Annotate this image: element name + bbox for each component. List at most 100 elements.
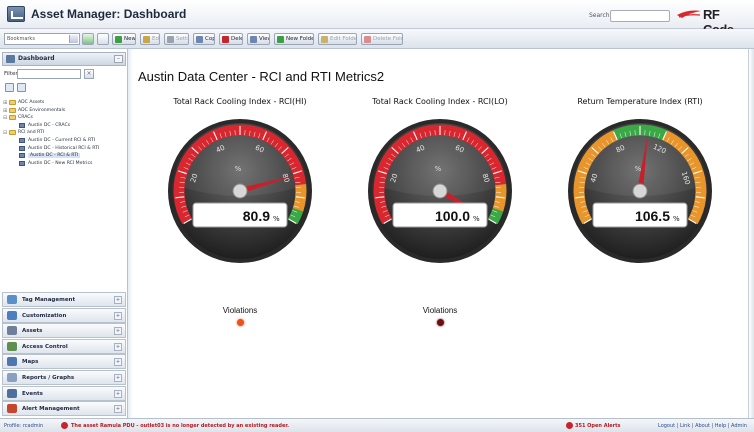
collapse-icon[interactable]: ⊟ — [3, 130, 8, 136]
sidebar-item-customization[interactable]: Customization + — [2, 307, 126, 323]
expand-icon[interactable]: + — [114, 374, 122, 382]
toolbar-new-folder-button[interactable]: New Folder — [274, 33, 314, 45]
dashboard-icon — [19, 145, 25, 151]
reports-graphs-icon — [7, 373, 17, 382]
sidebar-item-label: Tag Management — [22, 297, 76, 303]
folder-icon — [9, 115, 16, 121]
red-x-icon — [364, 36, 371, 43]
tree-item[interactable]: Austin DC - Historical RCI & RTI — [3, 145, 125, 153]
folder-icon — [9, 100, 16, 105]
pencil-icon — [143, 36, 150, 43]
app-title: Asset Manager: Dashboard — [31, 7, 187, 21]
toolbar-button-label: New — [124, 36, 136, 42]
tree-item[interactable]: Austin DC - New RCI Metrics — [3, 160, 125, 168]
toolbar-button-label: View — [259, 36, 269, 42]
tree-item-label: ADC Assets — [18, 100, 45, 105]
collapse-icon[interactable]: ⊟ — [3, 115, 8, 121]
gauge-hub — [432, 183, 448, 199]
sidebar-item-maps[interactable]: Maps + — [2, 354, 126, 370]
gauge: 020406080100%100.0% — [368, 119, 512, 263]
folder-icon — [321, 36, 328, 43]
app-header: Asset Manager: Dashboard Search RF Code — [0, 0, 754, 37]
footer-links[interactable]: Logout | Link | About | Help | Admin — [658, 423, 747, 429]
sidebar-item-reports-graphs[interactable]: Reports / Graphs + — [2, 370, 126, 385]
profile-link[interactable]: Profile: rcadmin — [4, 423, 43, 429]
toolbar-button-label: Edit Folder — [330, 36, 357, 42]
violations-indicator — [236, 319, 244, 326]
latest-alert-message[interactable]: The asset Ramula PDU - outlet03 is no lo… — [71, 423, 289, 429]
sidebar: Dashboard – Filter × ⊞ ADC Assets ⊞ ADC Env… — [0, 49, 128, 418]
bookmark-add-icon[interactable] — [82, 33, 94, 45]
tree-item-label: CRACs — [18, 115, 33, 121]
expand-all-icon[interactable] — [5, 83, 14, 92]
toolbar-view-button[interactable]: View — [247, 33, 270, 45]
dashboard-panel-title: Dashboard — [18, 55, 55, 62]
sidebar-item-label: Access Control — [22, 343, 68, 350]
violations-indicator — [436, 319, 444, 326]
filter-input[interactable] — [17, 69, 81, 79]
collapse-icon[interactable]: – — [114, 55, 123, 63]
gauge-hub — [632, 183, 648, 199]
toolbar-delete-button[interactable]: Delete — [219, 33, 243, 45]
sidebar-item-events[interactable]: Events + — [2, 385, 126, 401]
violations-label: Violations — [422, 306, 458, 315]
dashboard-icon — [19, 122, 25, 128]
toolbar-edit-button[interactable]: Edit — [140, 33, 160, 45]
dashboard-icon — [19, 137, 25, 143]
gauge-value-unit: % — [273, 215, 280, 223]
logo-swoosh-icon — [677, 10, 701, 18]
dashboard-panel-header[interactable]: Dashboard – — [2, 52, 126, 66]
toolbar: Bookmarks New Edit Settings Copy Delete View N… — [0, 29, 754, 49]
search-input[interactable] — [610, 10, 670, 22]
dashboard-icon — [6, 55, 15, 63]
green-plus-icon — [115, 36, 122, 43]
assets-icon — [7, 326, 17, 336]
dashboard-tree: ⊞ ADC Assets ⊞ ADC Environmentals ⊟ CRACs Aust… — [3, 99, 125, 167]
expand-icon[interactable]: + — [114, 327, 122, 336]
expand-icon[interactable]: + — [114, 389, 122, 398]
access-control-icon — [7, 341, 17, 351]
violations-label: Violations — [222, 306, 258, 315]
sidebar-item-tag-management[interactable]: Tag Management + — [2, 292, 126, 307]
toolbar-new-button[interactable]: New — [112, 33, 136, 45]
filter-clear-icon[interactable]: × — [84, 69, 94, 79]
expand-icon[interactable]: + — [114, 311, 122, 320]
expand-icon[interactable]: + — [114, 358, 122, 367]
page-title: Austin Data Center - RCI and RTI Metrics… — [138, 69, 385, 84]
tree-item[interactable]: Austin DC - CRACs — [3, 122, 125, 130]
toolbar-settings-button[interactable]: Settings — [164, 33, 189, 45]
bookmark-manage-icon[interactable] — [97, 33, 109, 45]
tree-item[interactable]: Austin DC - RCI & RTI — [3, 152, 125, 160]
folder-icon — [9, 130, 16, 136]
gauge-value-unit: % — [673, 215, 680, 223]
collapse-all-icon[interactable] — [17, 83, 26, 92]
open-alerts-link[interactable]: 351 Open Alerts — [575, 423, 621, 429]
sidebar-item-alert-management[interactable]: Alert Management + — [2, 401, 126, 417]
vertical-scrollbar[interactable] — [748, 49, 754, 418]
sidebar-item-label: Maps — [22, 359, 39, 366]
gauge-value-unit: % — [473, 215, 480, 223]
tree-item[interactable]: ⊞ ADC Assets — [3, 99, 125, 107]
expand-icon[interactable]: + — [114, 405, 122, 414]
bookmarks-select[interactable]: Bookmarks — [4, 33, 80, 45]
toolbar-button-label: New Folder — [286, 36, 314, 42]
expand-icon[interactable]: ⊞ — [3, 108, 8, 114]
tree-item-label: Austin DC - Historical RCI & RTI — [28, 145, 100, 151]
sidebar-item-access-control[interactable]: Access Control + — [2, 338, 126, 354]
toolbar-delete-folder-button[interactable]: Delete Folder — [361, 33, 403, 45]
tree-item-label: RCI and RTI — [18, 130, 45, 136]
gauge-hub — [232, 183, 248, 199]
toolbar-copy-button[interactable]: Copy — [193, 33, 215, 45]
expand-icon[interactable]: + — [114, 342, 122, 351]
tree-item[interactable]: Austin DC - Current RCI & RTI — [3, 137, 125, 145]
toolbar-button-label: Copy — [205, 36, 214, 42]
tree-item[interactable]: ⊟ CRACs — [3, 114, 125, 122]
tree-item[interactable]: ⊞ ADC Environmentals — [3, 107, 125, 115]
tree-item[interactable]: ⊟ RCI and RTI — [3, 129, 125, 137]
dashboard-icon — [19, 160, 25, 166]
expand-icon[interactable]: + — [114, 296, 122, 304]
expand-icon[interactable]: ⊞ — [3, 100, 8, 106]
dashboard-app-icon — [7, 6, 25, 22]
toolbar-edit-folder-button[interactable]: Edit Folder — [318, 33, 357, 45]
sidebar-item-assets[interactable]: Assets + — [2, 323, 126, 339]
